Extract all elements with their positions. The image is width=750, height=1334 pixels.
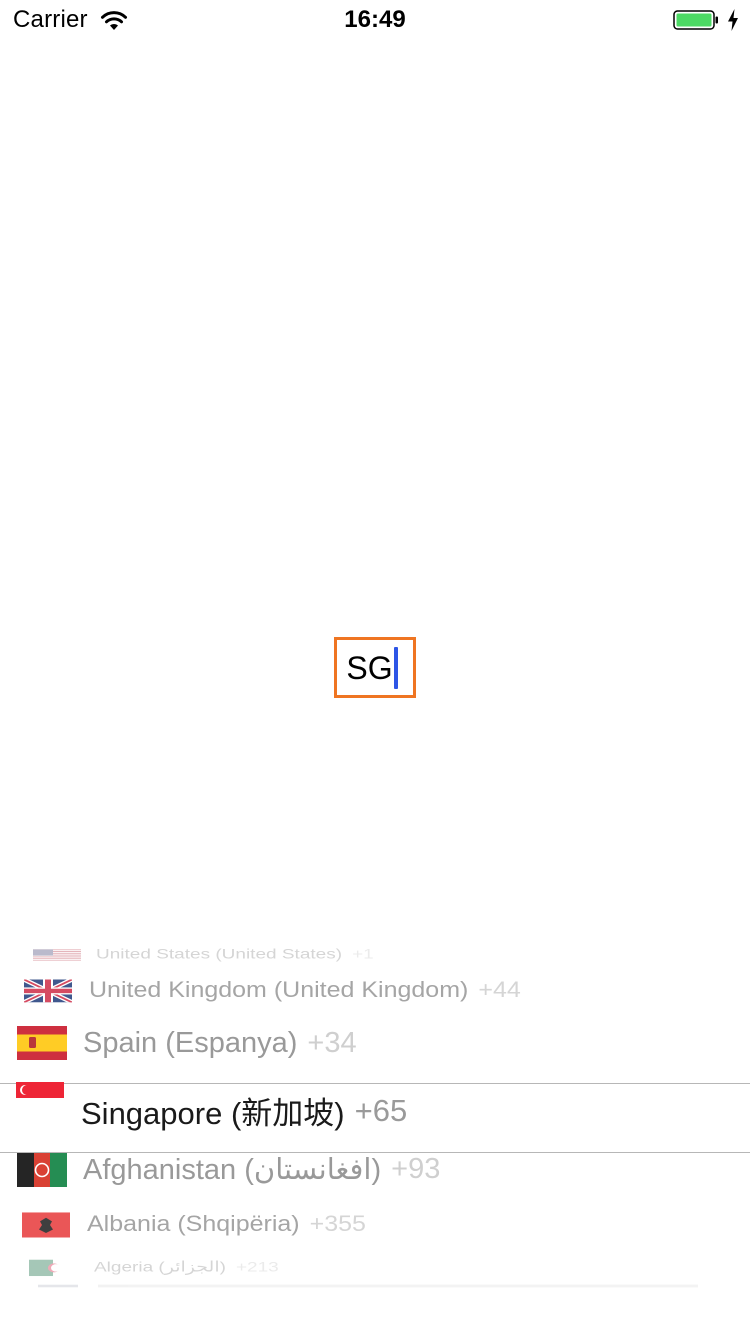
blurred-row-text [98,1284,698,1288]
picker-row-united-states[interactable]: United States (United States) +1 [33,947,374,963]
picker-row-partial [38,1284,698,1288]
country-code-field[interactable]: SG [334,637,416,698]
picker-row-albania[interactable]: Albania (Shqipëria) +355 [22,1211,366,1238]
albania-flag-icon [22,1211,70,1238]
picker-row-singapore[interactable]: Singapore (新加坡) +65 [16,1082,408,1133]
charging-bolt-icon [728,9,738,31]
status-time: 16:49 [344,6,406,33]
dial-code: +44 [478,977,521,1003]
country-code-value: SG [346,649,393,686]
battery-icon [673,10,718,30]
country-name: Algeria (الجزائر) [94,1259,226,1276]
dial-code: +93 [391,1153,441,1185]
picker-row-spain[interactable]: Spain (Espanya) +34 [17,1026,357,1060]
country-name: Albania (Shqipëria) [87,1211,300,1237]
algeria-flag-icon [29,1259,77,1276]
dial-code: +65 [354,1092,408,1128]
afghanistan-flag-icon [17,1152,67,1187]
picker-row-afghanistan[interactable]: Afghanistan (افغانستان) +93 [17,1152,440,1187]
country-picker[interactable]: United States (United States) +1 United … [0,930,750,1310]
picker-row-algeria[interactable]: Algeria (الجزائر) +213 [29,1259,279,1276]
dial-code: +34 [307,1026,357,1059]
uk-flag-icon [24,979,72,1002]
country-name: Spain (Espanya) [83,1026,298,1059]
country-name: United States (United States) [96,947,343,963]
singapore-flag-icon [16,1082,64,1114]
text-cursor [393,646,398,689]
dial-code: +355 [309,1211,366,1237]
status-bar: Carrier 16:49 [0,0,750,40]
country-name: Singapore (新加坡) [81,1096,345,1131]
flag-icon [38,1284,78,1288]
spain-flag-icon [17,1026,67,1060]
us-flag-icon [33,949,81,961]
country-name: Afghanistan (افغانستان) [83,1154,382,1186]
dial-code: +1 [352,947,374,963]
picker-row-united-kingdom[interactable]: United Kingdom (United Kingdom) +44 [24,978,521,1004]
dial-code: +213 [235,1259,279,1275]
selection-top-line [0,1083,750,1084]
country-name: United Kingdom (United Kingdom) [89,977,469,1003]
